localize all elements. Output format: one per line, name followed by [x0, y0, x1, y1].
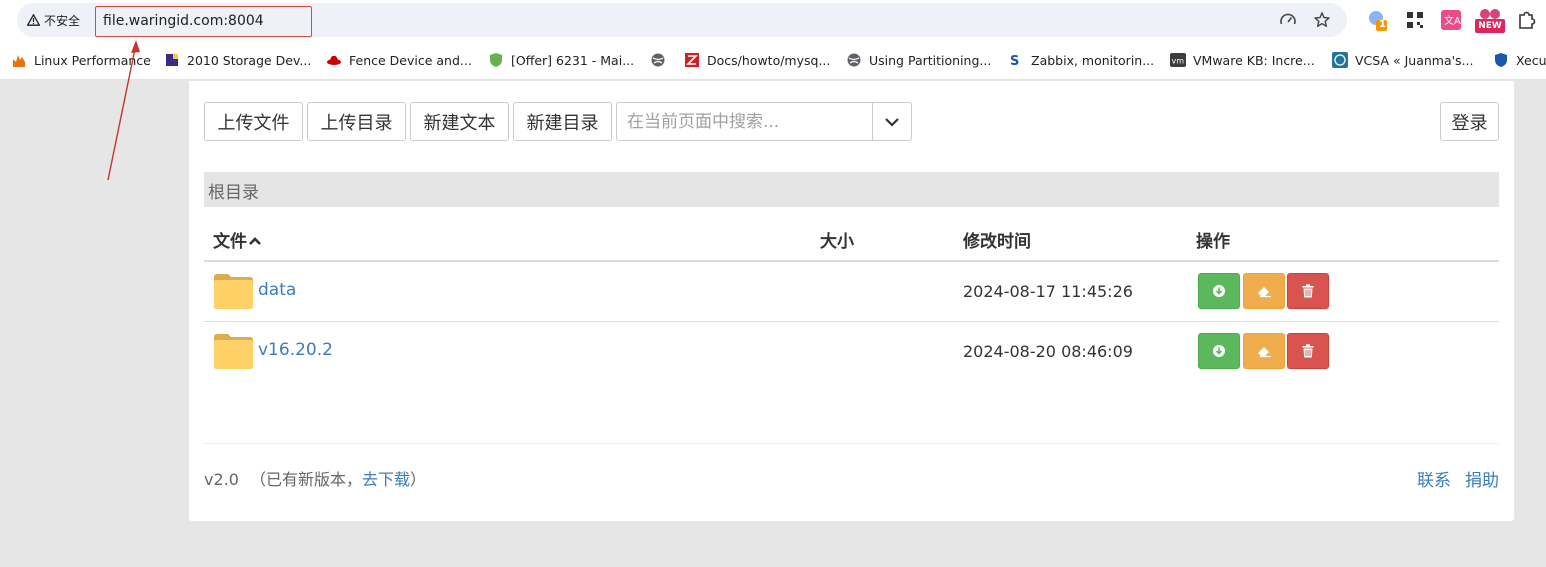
contact-link[interactable]: 联系: [1417, 466, 1451, 491]
login-button[interactable]: 登录: [1440, 102, 1499, 141]
bookmark-item[interactable]: VCSA « Juanma's...: [1332, 50, 1474, 70]
url-text[interactable]: file.waringid.com:8004: [103, 13, 264, 29]
extension-badge-icon[interactable]: 1: [1366, 9, 1388, 31]
vmware-icon: vm: [1170, 53, 1186, 67]
header-actions: 操作: [1196, 232, 1230, 252]
footer-divider: [204, 443, 1499, 444]
header-size[interactable]: 大小: [820, 227, 854, 252]
security-indicator[interactable]: 不安全: [27, 11, 80, 29]
bookmark-item[interactable]: vm VMware KB: Incre...: [1170, 50, 1315, 70]
table-row: v16.20.2 2024-08-20 08:46:09: [204, 321, 1499, 381]
delete-button[interactable]: [1287, 273, 1329, 309]
qr-code-icon[interactable]: [1404, 9, 1426, 31]
bookmarks-bar: Linux Performance 2010 Storage Dev... Fe…: [0, 40, 1546, 80]
warning-icon: [27, 14, 40, 26]
browser-address-bar: 不安全 file.waringid.com:8004 1 文A NEW: [0, 0, 1546, 40]
shield-icon: [1495, 53, 1507, 67]
new-badge: NEW: [1475, 19, 1505, 33]
svg-text:vm: vm: [1172, 57, 1185, 66]
bookmark-label: Zabbix, monitorin...: [1031, 52, 1155, 68]
new-directory-button[interactable]: 新建目录: [513, 102, 612, 141]
bookmark-item[interactable]: Linux Performance: [11, 50, 151, 70]
bookmark-item[interactable]: [Offer] 6231 - Mai...: [488, 50, 634, 70]
bookmark-label: VMware KB: Incre...: [1193, 52, 1315, 68]
bookmark-star-icon[interactable]: [1313, 11, 1331, 29]
flame-icon: [13, 55, 25, 67]
upload-directory-button[interactable]: 上传目录: [307, 102, 406, 141]
table-row: data 2024-08-17 11:45:26: [204, 261, 1499, 321]
bookmark-item[interactable]: Xecu: [1493, 50, 1546, 70]
bookmark-label: VCSA « Juanma's...: [1355, 52, 1474, 68]
folder-icon: [214, 274, 253, 309]
sort-up-icon: [249, 237, 261, 245]
translate-icon[interactable]: 文A: [1440, 9, 1462, 31]
performance-icon[interactable]: [1279, 11, 1297, 29]
extensions-puzzle-icon[interactable]: [1516, 9, 1538, 31]
file-manager-panel: 上传文件 上传目录 新建文本 新建目录 登录 根目录 文件 大小 修改时间 操作…: [189, 81, 1514, 521]
update-suffix: ）: [410, 470, 427, 489]
bookmark-item[interactable]: Using Partitioning...: [846, 50, 991, 70]
header-name[interactable]: 文件: [213, 227, 262, 252]
url-highlight-box: file.waringid.com:8004: [95, 6, 312, 37]
donate-link[interactable]: 捐助: [1465, 466, 1499, 491]
eraser-icon: [1258, 347, 1271, 358]
storage-icon: [166, 54, 178, 66]
download-button[interactable]: [1198, 273, 1240, 309]
bookmark-label: Docs/howto/mysq...: [707, 52, 831, 68]
search-dropdown-button[interactable]: [872, 103, 911, 140]
upload-file-button[interactable]: 上传文件: [204, 102, 303, 141]
bookmark-item[interactable]: [650, 50, 673, 70]
new-extension-icon[interactable]: NEW: [1475, 8, 1505, 34]
security-label: 不安全: [44, 13, 81, 28]
svg-text:文A: 文A: [1444, 14, 1461, 27]
new-text-button[interactable]: 新建文本: [410, 102, 509, 141]
download-button[interactable]: [1198, 333, 1240, 369]
rename-button[interactable]: [1243, 333, 1285, 369]
file-name-link[interactable]: data: [258, 280, 296, 300]
folder-icon: [214, 334, 253, 369]
trash-icon: [1302, 344, 1314, 358]
bookmark-label: Xecu: [1516, 52, 1546, 68]
trash-icon: [1302, 284, 1314, 298]
bookmark-item[interactable]: 2010 Storage Dev...: [164, 50, 311, 70]
omnibox[interactable]: 不安全 file.waringid.com:8004: [17, 3, 1347, 37]
footer-links: 联系 捐助: [1417, 466, 1499, 491]
bookmark-label: 2010 Storage Dev...: [187, 52, 312, 68]
update-prefix: （已有新版本，: [250, 470, 363, 489]
shield-icon: [490, 53, 502, 67]
version-text: v2.0: [204, 470, 239, 489]
download-icon: [1213, 345, 1225, 357]
wordpress-icon: [1332, 52, 1348, 68]
eraser-icon: [1258, 287, 1271, 298]
bookmark-label: Linux Performance: [34, 52, 151, 68]
download-icon: [1213, 285, 1225, 297]
update-download-link[interactable]: 去下载: [362, 470, 410, 489]
file-mtime: 2024-08-20 08:46:09: [963, 342, 1133, 361]
bookmark-label: Fence Device and...: [349, 52, 472, 68]
bookmark-label: [Offer] 6231 - Mai...: [511, 52, 635, 68]
zimbra-icon: [685, 53, 699, 67]
globe-icon: [847, 53, 861, 67]
bookmark-item[interactable]: Fence Device and...: [326, 50, 472, 70]
bookmark-label: Using Partitioning...: [869, 52, 992, 68]
footer-version: v2.0 （已有新版本，去下载）: [204, 466, 426, 490]
svg-text:S: S: [1010, 54, 1019, 68]
search-box: [616, 102, 912, 141]
file-mtime: 2024-08-17 11:45:26: [963, 282, 1133, 301]
search-input[interactable]: [617, 103, 873, 140]
delete-button[interactable]: [1287, 333, 1329, 369]
globe-icon: [651, 53, 665, 67]
bookmark-item[interactable]: Docs/howto/mysq...: [684, 50, 830, 70]
breadcrumb: 根目录: [204, 172, 1499, 207]
chevron-down-icon: [885, 117, 899, 127]
zabbix-icon: S: [1010, 54, 1019, 68]
rename-button[interactable]: [1243, 273, 1285, 309]
header-mtime[interactable]: 修改时间: [963, 227, 1031, 252]
extension-badge-count: 1: [1379, 19, 1386, 30]
bookmark-item[interactable]: S Zabbix, monitorin...: [1008, 50, 1154, 70]
breadcrumb-root[interactable]: 根目录: [208, 183, 259, 203]
header-name-label: 文件: [213, 232, 247, 252]
file-name-link[interactable]: v16.20.2: [258, 340, 333, 360]
redhat-icon: [327, 55, 341, 65]
